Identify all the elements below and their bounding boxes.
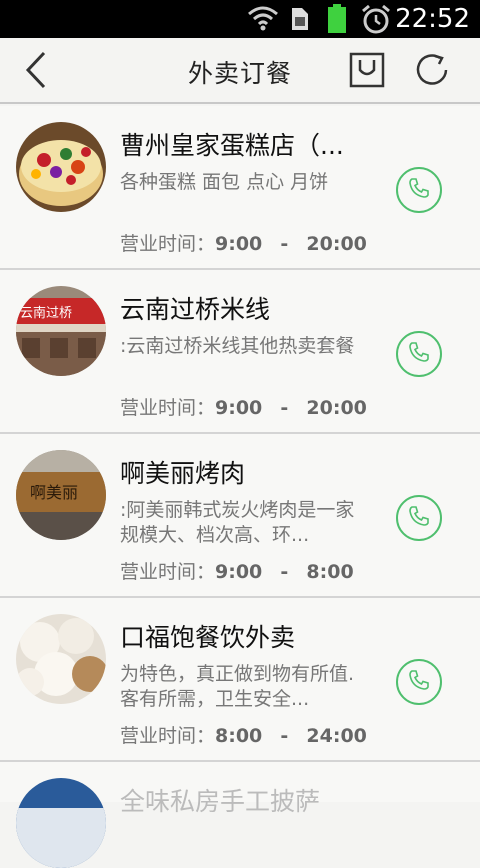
phone-icon xyxy=(407,340,431,368)
business-hours: 营业时间：9:00 - 8:00 xyxy=(120,557,354,584)
cart-button[interactable] xyxy=(345,50,389,94)
cart-icon xyxy=(349,52,385,92)
business-hours: 营业时间：9:00 - 20:00 xyxy=(120,229,367,256)
status-time: 22:52 xyxy=(395,4,470,34)
restaurant-list: 曹州皇家蛋糕店（... 各种蛋糕 面包 点心 月饼 营业时间：9:00 - 20… xyxy=(0,106,480,868)
hours-sep: - xyxy=(280,725,289,747)
phone-icon xyxy=(407,176,431,204)
restaurant-desc: 各种蛋糕 面包 点心 月饼 xyxy=(120,171,329,193)
call-button[interactable] xyxy=(396,659,442,705)
phone-icon xyxy=(407,668,431,696)
page-title: 外卖订餐 xyxy=(187,59,292,88)
phone-icon xyxy=(407,504,431,532)
open-time: 8:00 xyxy=(215,725,263,747)
alarm-icon xyxy=(360,4,392,38)
wifi-icon xyxy=(246,4,280,36)
restaurant-name: 口福饱餐饮外卖 xyxy=(120,623,296,652)
svg-text:云南过桥: 云南过桥 xyxy=(20,305,72,321)
hours-label: 营业时间： xyxy=(120,561,216,583)
restaurant-name: 云南过桥米线 xyxy=(120,295,271,324)
restaurant-avatar xyxy=(16,614,106,704)
restaurant-name: 啊美丽烤肉 xyxy=(120,459,246,488)
restaurant-desc: :阿美丽韩式炭火烤肉是一家规模大、档次高、环... xyxy=(120,499,355,546)
refresh-button[interactable] xyxy=(412,50,456,94)
open-time: 9:00 xyxy=(215,397,263,419)
close-time: 24:00 xyxy=(306,725,367,747)
list-item[interactable]: 口福饱餐饮外卖 为特色，真正做到物有所值.客有所需，卫生安全... 营业时间：8… xyxy=(0,598,480,762)
list-item[interactable]: 曹州皇家蛋糕店（... 各种蛋糕 面包 点心 月饼 营业时间：9:00 - 20… xyxy=(0,106,480,270)
close-time: 20:00 xyxy=(306,233,367,255)
refresh-icon xyxy=(416,52,452,92)
sim-icon xyxy=(290,4,310,36)
restaurant-avatar: 云南过桥 xyxy=(16,286,106,376)
close-time: 20:00 xyxy=(306,397,367,419)
open-time: 9:00 xyxy=(215,233,263,255)
hours-label: 营业时间： xyxy=(120,725,216,747)
call-button[interactable] xyxy=(396,331,442,377)
call-button[interactable] xyxy=(396,495,442,541)
hours-sep: - xyxy=(280,397,289,419)
open-time: 9:00 xyxy=(215,561,263,583)
list-item[interactable]: 云南过桥 云南过桥米线 :云南过桥米线其他热卖套餐 营业时间：9:00 - 20… xyxy=(0,270,480,434)
restaurant-avatar xyxy=(16,122,106,212)
restaurant-desc: 为特色，真正做到物有所值.客有所需，卫生安全... xyxy=(120,663,355,710)
list-item[interactable]: 全味私房手工披萨 xyxy=(0,762,480,868)
hours-sep: - xyxy=(280,561,289,583)
app-header: 外卖订餐 xyxy=(0,38,480,104)
hours-label: 营业时间： xyxy=(120,397,216,419)
hours-sep: - xyxy=(280,233,289,255)
restaurant-name: 曹州皇家蛋糕店（... xyxy=(120,131,344,160)
battery-icon xyxy=(326,4,348,38)
restaurant-name: 全味私房手工披萨 xyxy=(120,787,321,816)
business-hours: 营业时间：8:00 - 24:00 xyxy=(120,721,367,748)
hours-label: 营业时间： xyxy=(120,233,216,255)
svg-text:啊美丽: 啊美丽 xyxy=(30,483,78,502)
restaurant-avatar: 啊美丽 xyxy=(16,450,106,540)
status-bar: 22:52 xyxy=(0,0,480,38)
call-button[interactable] xyxy=(396,167,442,213)
restaurant-avatar xyxy=(16,778,106,868)
restaurant-desc: :云南过桥米线其他热卖套餐 xyxy=(120,335,355,357)
close-time: 8:00 xyxy=(306,561,354,583)
list-item[interactable]: 啊美丽 啊美丽烤肉 :阿美丽韩式炭火烤肉是一家规模大、档次高、环... 营业时间… xyxy=(0,434,480,598)
business-hours: 营业时间：9:00 - 20:00 xyxy=(120,393,367,420)
